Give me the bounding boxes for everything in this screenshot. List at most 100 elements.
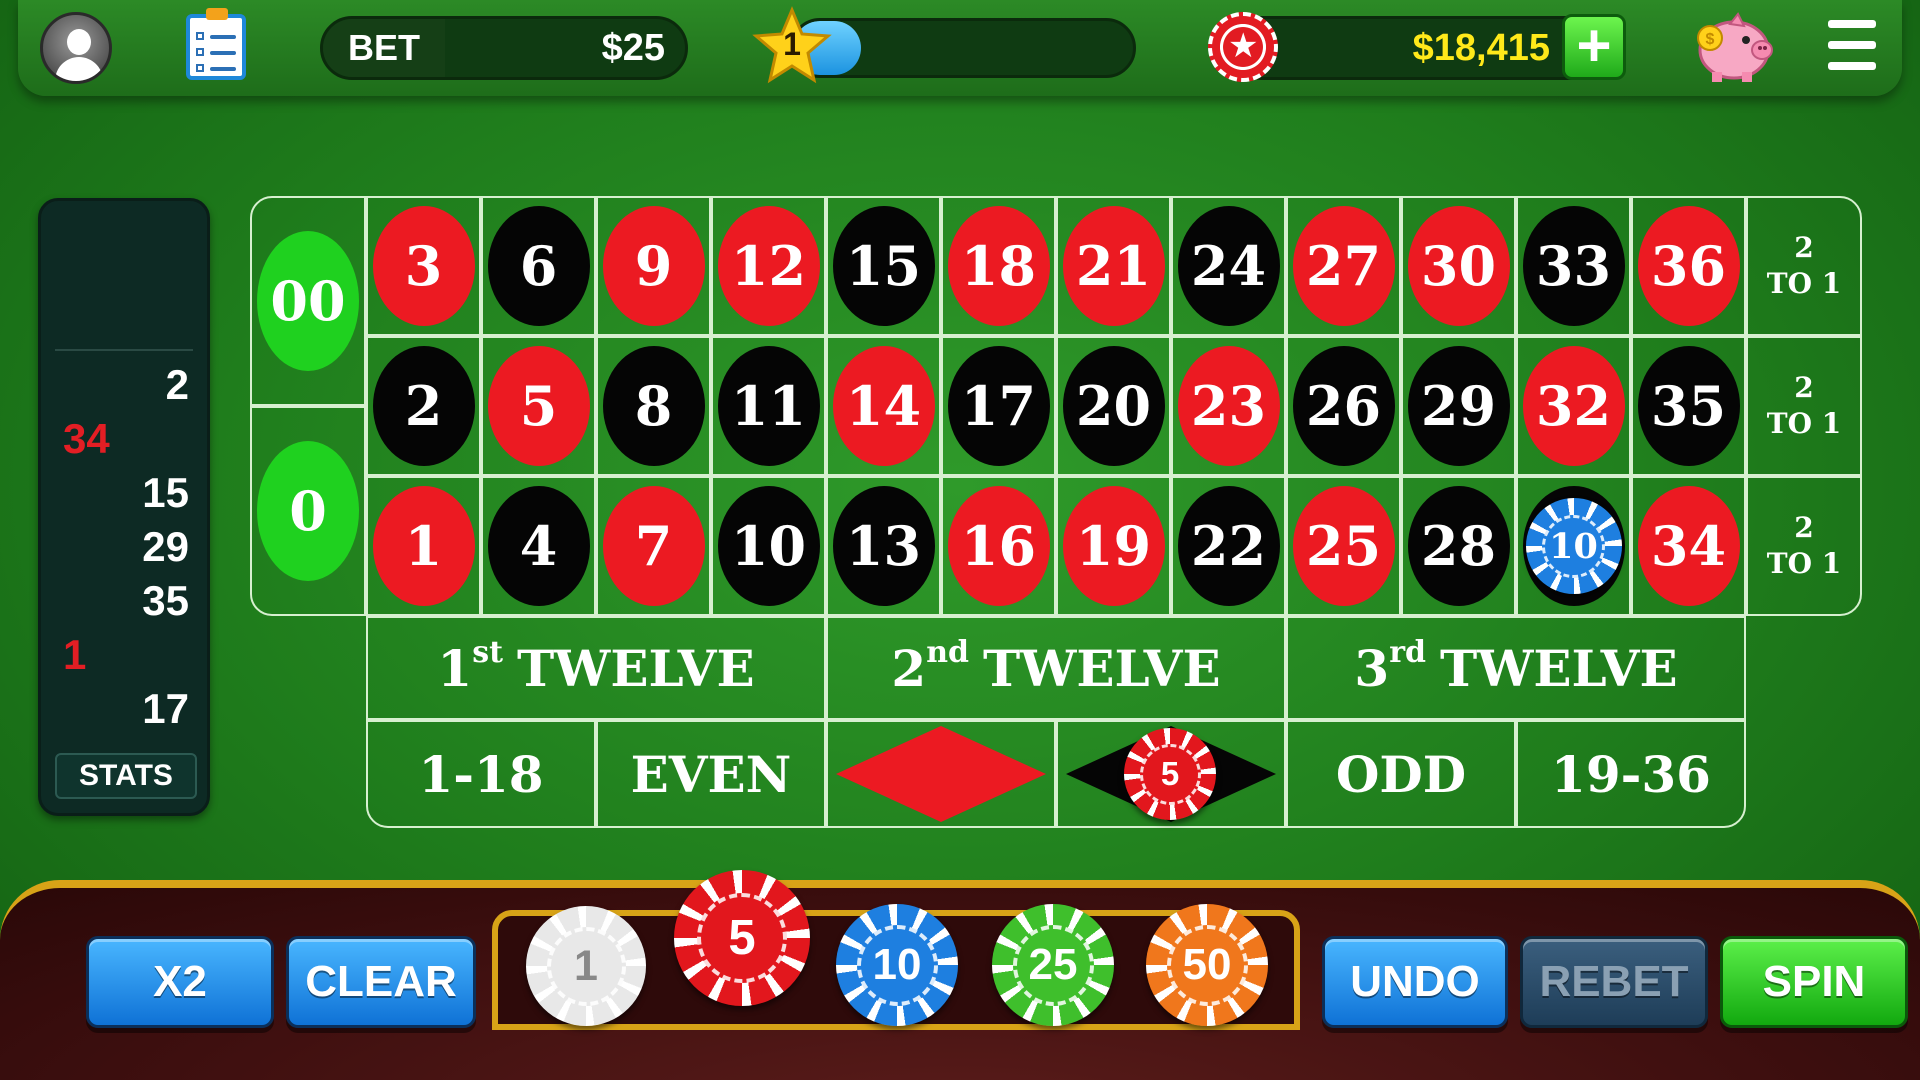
number-cell-33[interactable]: 33	[1516, 196, 1631, 336]
number-cell-32[interactable]: 32	[1516, 336, 1631, 476]
history-number: 35	[142, 577, 189, 624]
hamburger-menu-icon[interactable]	[1828, 20, 1876, 70]
chip-10-selector[interactable]: 10	[836, 904, 958, 1026]
number-cell-34[interactable]: 34	[1631, 476, 1746, 616]
number-label: 12	[717, 206, 820, 326]
add-coins-button[interactable]: +	[1562, 14, 1626, 80]
placed-chip-5: 5	[1124, 728, 1216, 820]
number-label: 25	[1292, 486, 1395, 606]
number-cell-3[interactable]: 3	[366, 196, 481, 336]
level-star-icon: 1	[752, 6, 832, 86]
number-cell-6[interactable]: 6	[481, 196, 596, 336]
column-bet-top: 2	[1794, 371, 1814, 404]
number-cell-7[interactable]: 7	[596, 476, 711, 616]
number-cell-36[interactable]: 36	[1631, 196, 1746, 336]
number-cell-5[interactable]: 5	[481, 336, 596, 476]
number-label: 20	[1062, 346, 1165, 466]
zero-cell-00[interactable]: 00	[250, 196, 366, 406]
column-bet-bottom: TO 1	[1766, 547, 1842, 580]
number-label: 17	[947, 346, 1050, 466]
number-cell-31[interactable]: 10	[1516, 476, 1631, 616]
bet-display: BET $25	[320, 16, 688, 80]
piggy-bank-icon[interactable]: $	[1690, 10, 1774, 84]
double-bet-button[interactable]: X2	[86, 936, 274, 1028]
number-cell-2[interactable]: 2	[366, 336, 481, 476]
number-cell-22[interactable]: 22	[1171, 476, 1286, 616]
number-cell-10[interactable]: 10	[711, 476, 826, 616]
number-cell-18[interactable]: 18	[941, 196, 1056, 336]
dozen-label: 1st TWELVE	[437, 635, 754, 698]
number-cell-19[interactable]: 19	[1056, 476, 1171, 616]
red-bet[interactable]	[826, 720, 1056, 828]
number-label: 23	[1177, 346, 1280, 466]
spin-button[interactable]: SPIN	[1720, 936, 1908, 1028]
number-label: 21	[1062, 206, 1165, 326]
number-label: 30	[1407, 206, 1510, 326]
number-cell-27[interactable]: 27	[1286, 196, 1401, 336]
number-cell-26[interactable]: 26	[1286, 336, 1401, 476]
bet-label: BET	[323, 19, 445, 77]
chip-5-selector[interactable]: 5	[674, 870, 810, 1006]
number-label: 5	[487, 346, 590, 466]
number-label: 19	[1062, 486, 1165, 606]
number-cell-16[interactable]: 16	[941, 476, 1056, 616]
number-cell-20[interactable]: 20	[1056, 336, 1171, 476]
number-cell-24[interactable]: 24	[1171, 196, 1286, 336]
black-bet[interactable]: 5	[1056, 720, 1286, 828]
dozen-bet-3[interactable]: 3rd TWELVE	[1286, 616, 1746, 720]
dozen-label: 2nd TWELVE	[891, 635, 1220, 698]
number-cell-13[interactable]: 13	[826, 476, 941, 616]
column-bet-1[interactable]: 2 TO 1	[1746, 196, 1862, 336]
number-cell-1[interactable]: 1	[366, 476, 481, 616]
history-number: 1	[63, 631, 87, 678]
chip-value: 10	[1549, 525, 1598, 567]
dozen-number: 3	[1354, 638, 1390, 698]
number-cell-17[interactable]: 17	[941, 336, 1056, 476]
low-bet[interactable]: 1-18	[366, 720, 596, 828]
number-cell-35[interactable]: 35	[1631, 336, 1746, 476]
number-cell-12[interactable]: 12	[711, 196, 826, 336]
profile-avatar-icon[interactable]	[40, 12, 112, 84]
number-label: 1	[372, 486, 475, 606]
poker-chip-icon: ★	[1208, 12, 1278, 82]
number-cell-21[interactable]: 21	[1056, 196, 1171, 336]
column-bet-bottom: TO 1	[1766, 407, 1842, 440]
number-cell-9[interactable]: 9	[596, 196, 711, 336]
number-label: 10	[1522, 486, 1625, 606]
column-bet-top: 2	[1794, 511, 1814, 544]
number-label: 26	[1292, 346, 1395, 466]
column-bet-top: 2	[1794, 231, 1814, 264]
number-cell-30[interactable]: 30	[1401, 196, 1516, 336]
dozen-suffix: st	[472, 634, 503, 670]
stats-button[interactable]: STATS	[55, 753, 197, 799]
zero-cell-0[interactable]: 0	[250, 406, 366, 616]
odd-bet[interactable]: ODD	[1286, 720, 1516, 828]
chip-25-selector[interactable]: 25	[992, 904, 1114, 1026]
number-cell-14[interactable]: 14	[826, 336, 941, 476]
dozen-bet-2[interactable]: 2nd TWELVE	[826, 616, 1286, 720]
chip-value: 50	[1182, 940, 1232, 989]
high-bet[interactable]: 19-36	[1516, 720, 1746, 828]
clear-button[interactable]: CLEAR	[286, 936, 476, 1028]
number-cell-8[interactable]: 8	[596, 336, 711, 476]
number-cell-29[interactable]: 29	[1401, 336, 1516, 476]
chip-50-selector[interactable]: 50	[1146, 904, 1268, 1026]
number-cell-11[interactable]: 11	[711, 336, 826, 476]
dozen-number: 1	[437, 638, 473, 698]
number-cell-28[interactable]: 28	[1401, 476, 1516, 616]
dozen-number: 2	[891, 638, 927, 698]
number-cell-15[interactable]: 15	[826, 196, 941, 336]
rebet-button[interactable]: REBET	[1520, 936, 1708, 1028]
number-cell-4[interactable]: 4	[481, 476, 596, 616]
number-cell-25[interactable]: 25	[1286, 476, 1401, 616]
column-bet-3[interactable]: 2 TO 1	[1746, 476, 1862, 616]
chip-1-selector[interactable]: 1	[526, 906, 646, 1026]
even-bet[interactable]: EVEN	[596, 720, 826, 828]
number-label: 36	[1637, 206, 1740, 326]
number-cell-23[interactable]: 23	[1171, 336, 1286, 476]
undo-button[interactable]: UNDO	[1322, 936, 1508, 1028]
column-bet-label: 2 TO 1	[1767, 510, 1841, 582]
column-bet-2[interactable]: 2 TO 1	[1746, 336, 1862, 476]
dozen-bet-1[interactable]: 1st TWELVE	[366, 616, 826, 720]
clipboard-icon[interactable]	[186, 8, 246, 80]
